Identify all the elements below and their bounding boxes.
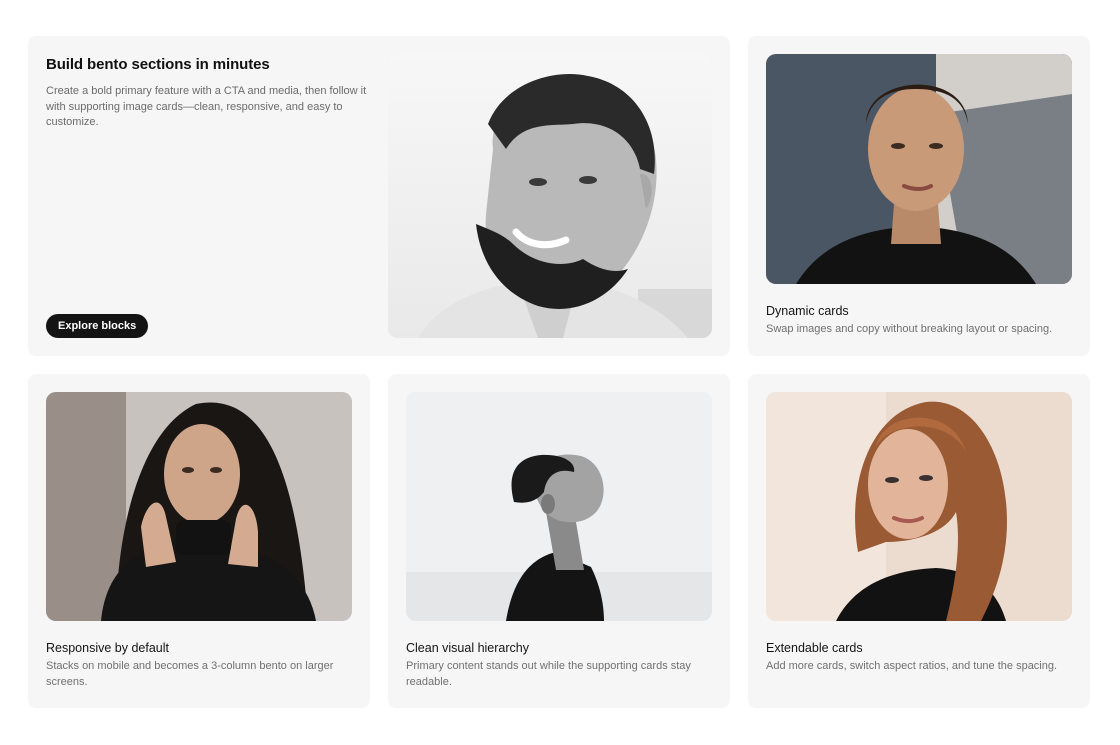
- smiling-man-photo: [388, 54, 712, 338]
- man-profile-photo: [406, 392, 712, 621]
- card-image-hierarchy: [406, 392, 712, 621]
- card-title-responsive: Responsive by default: [46, 641, 169, 655]
- card-image-extendable: [766, 392, 1072, 621]
- hero-image: [388, 54, 712, 338]
- card-description-responsive: Stacks on mobile and becomes a 3-column …: [46, 660, 334, 688]
- woman-redhair-photo: [766, 392, 1072, 621]
- card-title-dynamic: Dynamic cards: [766, 304, 849, 318]
- explore-blocks-button[interactable]: Explore blocks: [46, 314, 149, 338]
- woman-turtleneck-photo: [46, 392, 352, 621]
- hero-description: Create a bold primary feature with a CTA…: [46, 85, 367, 128]
- card-image-responsive: [46, 392, 352, 621]
- hero-title: Build bento sections in minutes: [46, 56, 270, 73]
- card-description-hierarchy: Primary content stands out while the sup…: [406, 660, 691, 688]
- card-description-dynamic: Swap images and copy without breaking la…: [766, 323, 1053, 335]
- card-title-hierarchy: Clean visual hierarchy: [406, 641, 529, 655]
- woman-portrait-photo: [766, 54, 1072, 284]
- card-image-dynamic: [766, 54, 1072, 284]
- card-title-extendable: Extendable cards: [766, 641, 863, 655]
- card-description-extendable: Add more cards, switch aspect ratios, an…: [766, 660, 1058, 672]
